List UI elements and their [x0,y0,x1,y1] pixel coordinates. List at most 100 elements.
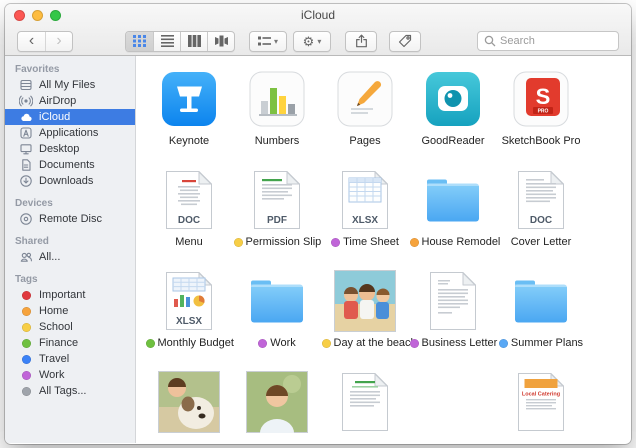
sidebar-item-icloud[interactable]: iCloud [5,109,135,125]
file-item-numbers[interactable]: Numbers [233,66,321,167]
file-name: House Remodel [410,236,497,248]
tag-color-dot [22,291,31,300]
sidebar-item-remote-disc[interactable]: Remote Disc [5,211,135,227]
file-name-text: Summer Plans [511,337,583,349]
file-item-cover-letter[interactable]: DOC Cover Letter [497,167,585,268]
documents-icon [18,158,34,173]
sidebar-item-travel[interactable]: Travel [5,351,135,367]
tag-dot [322,339,331,348]
tag-color-dot [22,387,31,396]
tags-button[interactable] [390,32,420,51]
chevron-left-icon: ‹ [29,33,34,49]
view-mode-control [125,31,235,52]
sidebar-item-documents[interactable]: Documents [5,157,135,173]
doc-xlsx-icon: XLSX [341,167,389,233]
file-item-doc-green[interactable] [321,369,409,443]
tag-color-dot [22,323,31,332]
back-button[interactable]: ‹ [18,32,45,51]
applications-icon [18,126,34,141]
share-icon [355,34,368,48]
file-item-keynote[interactable]: Keynote [145,66,233,167]
file-name: Permission Slip [234,236,321,248]
file-name-text: Numbers [255,135,300,147]
app-pages-icon [337,66,393,132]
sidebar-section-tags: TagsImportantHomeSchoolFinanceTravelWork… [5,274,135,399]
sidebar-item-desktop[interactable]: Desktop [5,141,135,157]
tag-dot-icon [18,368,34,383]
tag-color-dot [22,307,31,316]
file-name-text: Monthly Budget [158,337,234,349]
file-item-doc-catering[interactable]: Local Catering [497,369,585,443]
file-name: Cover Letter [511,236,572,248]
file-item-house-remodel[interactable]: House Remodel [409,167,497,268]
file-item-photo-dog[interactable] [145,369,233,443]
app-numbers-icon [249,66,305,132]
file-name-text: Time Sheet [343,236,399,248]
file-item-day-at-the-beach[interactable]: Day at the beach [321,268,409,369]
list-view-button[interactable] [153,32,180,51]
coverflow-view-button[interactable] [207,32,234,51]
file-item-menu[interactable]: DOC Menu [145,167,233,268]
sidebar-item-school[interactable]: School [5,319,135,335]
column-view-button[interactable] [180,32,207,51]
file-name-text: GoodReader [422,135,485,147]
search-field[interactable]: Search [477,31,619,51]
sidebar-item-applications[interactable]: Applications [5,125,135,141]
desktop-icon [18,142,34,157]
doc-menu-icon: DOC [165,167,213,233]
file-name-text: Menu [175,236,203,248]
photo-girl-icon [246,369,308,435]
tag-dot [234,238,243,247]
file-item-time-sheet[interactable]: XLSX Time Sheet [321,167,409,268]
sidebar-item-label: iCloud [39,111,70,123]
share-button[interactable] [346,32,376,51]
sidebar-item-work[interactable]: Work [5,367,135,383]
close-button[interactable] [14,10,25,21]
sidebar: FavoritesAll My FilesAirDropiCloudApplic… [5,56,136,443]
file-item-goodreader[interactable]: GoodReader [409,66,497,167]
doc-green-icon [341,369,389,435]
file-item-pages[interactable]: Pages [321,66,409,167]
zoom-button[interactable] [50,10,61,21]
chevron-down-icon: ▾ [317,37,321,46]
tag-dot-icon [18,320,34,335]
sidebar-item-airdrop[interactable]: AirDrop [5,93,135,109]
file-item-sketchbook-pro[interactable]: S PROSketchBook Pro [497,66,585,167]
sidebar-item-label: Applications [39,127,98,139]
file-item-business-letter[interactable]: Business Letter [409,268,497,369]
file-item-permission-slip[interactable]: PDFPermission Slip [233,167,321,268]
file-item-photo-girl[interactable] [233,369,321,443]
tag-dot [258,339,267,348]
icon-view-button[interactable] [126,32,153,51]
minimize-button[interactable] [32,10,43,21]
tags-control [389,31,421,52]
sidebar-item-finance[interactable]: Finance [5,335,135,351]
file-item-work[interactable]: Work [233,268,321,369]
file-item-summer-plans[interactable]: Summer Plans [497,268,585,369]
sidebar-item-important[interactable]: Important [5,287,135,303]
search-icon [484,35,496,47]
file-item-monthly-budget[interactable]: XLSXMonthly Budget [145,268,233,369]
sidebar-item-all-tags[interactable]: All Tags... [5,383,135,399]
toolbar: ‹ › ▾ [5,26,631,56]
sidebar-item-home[interactable]: Home [5,303,135,319]
svg-text:XLSX: XLSX [352,215,378,226]
arrange-button[interactable]: ▾ [250,32,286,51]
window-body: FavoritesAll My FilesAirDropiCloudApplic… [5,56,631,443]
grid-view-icon [133,35,146,47]
file-name-text: Pages [349,135,380,147]
column-view-icon [188,35,201,47]
app-keynote-icon [161,66,217,132]
forward-button[interactable]: › [45,32,72,51]
sidebar-item-label: Documents [39,159,95,171]
sidebar-item-all-my-files[interactable]: All My Files [5,77,135,93]
sidebar-item-label: All Tags... [39,385,87,397]
photo-beach-icon [334,268,396,334]
svg-text:DOC: DOC [178,215,200,226]
doc-lines-icon: DOC [517,167,565,233]
arrange-control: ▾ [249,31,287,52]
file-name-text: Business Letter [422,337,498,349]
sidebar-item-all[interactable]: All... [5,249,135,265]
action-button[interactable]: ⚙ ▾ [294,32,330,51]
sidebar-item-downloads[interactable]: Downloads [5,173,135,189]
